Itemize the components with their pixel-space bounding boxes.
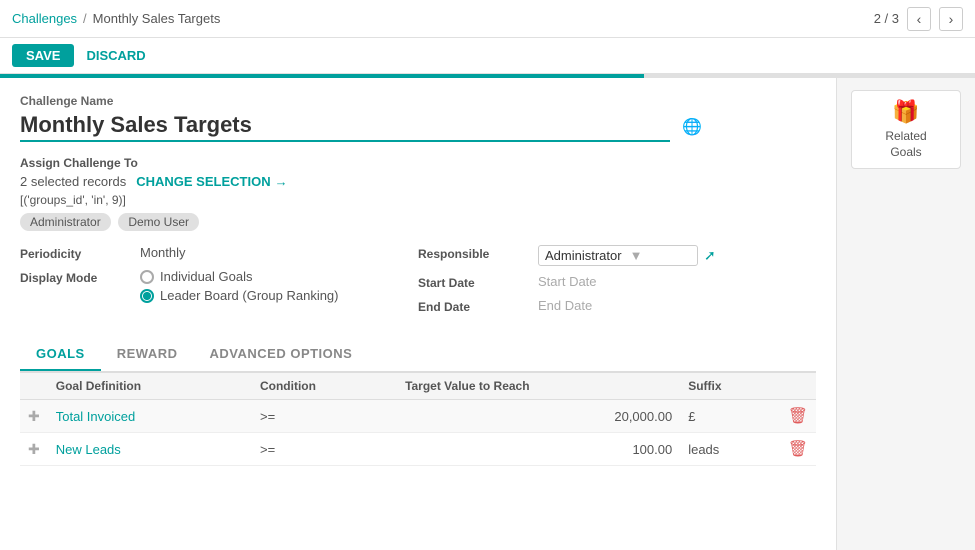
- save-button[interactable]: SAVE: [12, 44, 74, 67]
- tags-row: Administrator Demo User: [20, 213, 816, 231]
- breadcrumb-separator: /: [83, 11, 87, 26]
- challenge-name-input[interactable]: [20, 112, 670, 142]
- start-date-value[interactable]: Start Date: [538, 274, 597, 289]
- goal-def-link-2[interactable]: New Leads: [56, 442, 121, 457]
- top-bar-right: 2 / 3 ‹ ›: [874, 7, 963, 31]
- tag-administrator: Administrator: [20, 213, 111, 231]
- tab-advanced[interactable]: ADVANCED OPTIONS: [194, 338, 369, 371]
- goal-def-cell-2: New Leads: [48, 433, 252, 466]
- globe-icon: 🌐: [682, 117, 702, 137]
- drag-handle-icon-2: ✚: [28, 441, 40, 457]
- drag-handle-2[interactable]: ✚: [20, 433, 48, 466]
- content-area: Challenge Name 🌐 Assign Challenge To 2 s…: [0, 78, 836, 550]
- related-goals-button[interactable]: 🎁 RelatedGoals: [851, 90, 961, 169]
- end-date-row: End Date End Date: [418, 298, 816, 314]
- tabs-bar: GOALS REWARD ADVANCED OPTIONS: [20, 338, 816, 372]
- assign-row: 2 selected records CHANGE SELECTION →: [20, 174, 816, 189]
- delete-cell-1: 🗑: [780, 400, 816, 433]
- tag-demo-user: Demo User: [118, 213, 199, 231]
- th-suffix: Suffix: [680, 373, 779, 400]
- action-bar: SAVE DISCARD: [0, 38, 975, 74]
- drag-handle[interactable]: ✚: [20, 400, 48, 433]
- main-layout: Challenge Name 🌐 Assign Challenge To 2 s…: [0, 78, 975, 550]
- delete-cell-2: 🗑: [780, 433, 816, 466]
- related-goals-label: RelatedGoals: [885, 129, 926, 160]
- responsible-select[interactable]: Administrator ▼: [538, 245, 698, 266]
- external-link-icon[interactable]: ➚: [704, 247, 716, 264]
- th-target-value: Target Value to Reach: [397, 373, 680, 400]
- th-condition: Condition: [252, 373, 397, 400]
- drag-handle-icon: ✚: [28, 408, 40, 424]
- nav-next-button[interactable]: ›: [939, 7, 963, 31]
- periodicity-value: Monthly: [140, 245, 418, 260]
- th-goal-def: Goal Definition: [48, 373, 252, 400]
- radio-leader-board[interactable]: Leader Board (Group Ranking): [140, 288, 339, 303]
- periodicity-label: Periodicity: [20, 245, 140, 261]
- nav-prev-button[interactable]: ‹: [907, 7, 931, 31]
- radio-circle-individual: [140, 270, 154, 284]
- table-row: ✚ Total Invoiced >= 20,000.00 £ 🗑: [20, 400, 816, 433]
- radio-circle-leader: [140, 289, 154, 303]
- progress-bar-wrap: [0, 74, 975, 78]
- start-date-row: Start Date Start Date: [418, 274, 816, 290]
- fields-col-right: Responsible Administrator ▼ ➚ Start Date…: [418, 245, 816, 322]
- condition-cell-2: >=: [252, 433, 397, 466]
- change-selection-button[interactable]: CHANGE SELECTION →: [136, 174, 287, 189]
- target-value-cell-2: 100.00: [397, 433, 680, 466]
- suffix-cell-2: leads: [680, 433, 779, 466]
- radio-label-individual: Individual Goals: [160, 269, 253, 284]
- responsible-label: Responsible: [418, 245, 538, 261]
- selected-records: 2 selected records: [20, 174, 126, 189]
- tab-reward[interactable]: REWARD: [101, 338, 194, 371]
- radio-individual-goals[interactable]: Individual Goals: [140, 269, 339, 284]
- delete-button-2[interactable]: 🗑: [788, 439, 808, 459]
- tab-goals[interactable]: GOALS: [20, 338, 101, 371]
- display-mode-options: Individual Goals Leader Board (Group Ran…: [140, 269, 339, 303]
- assign-label: Assign Challenge To: [20, 156, 816, 170]
- record-nav: 2 / 3: [874, 11, 899, 26]
- display-mode-row: Display Mode Individual Goals Leader Boa…: [20, 269, 418, 303]
- delete-button-1[interactable]: 🗑: [788, 406, 808, 426]
- assign-section: Assign Challenge To 2 selected records C…: [20, 156, 816, 231]
- breadcrumb: Challenges / Monthly Sales Targets: [12, 11, 220, 26]
- goals-table: Goal Definition Condition Target Value t…: [20, 372, 816, 466]
- fields-col-left: Periodicity Monthly Display Mode Individ…: [20, 245, 418, 322]
- related-goals-panel: 🎁 RelatedGoals: [836, 78, 975, 550]
- discard-button[interactable]: DISCARD: [86, 48, 145, 63]
- fields-row: Periodicity Monthly Display Mode Individ…: [20, 245, 816, 322]
- domain-filter: [('groups_id', 'in', 9)]: [20, 193, 816, 207]
- gift-icon: 🎁: [892, 99, 919, 125]
- periodicity-row: Periodicity Monthly: [20, 245, 418, 261]
- end-date-value[interactable]: End Date: [538, 298, 592, 313]
- breadcrumb-current: Monthly Sales Targets: [93, 11, 221, 26]
- goal-def-link-1[interactable]: Total Invoiced: [56, 409, 136, 424]
- th-delete: [780, 373, 816, 400]
- target-value-cell-1: 20,000.00: [397, 400, 680, 433]
- radio-label-leader: Leader Board (Group Ranking): [160, 288, 339, 303]
- table-row: ✚ New Leads >= 100.00 leads 🗑: [20, 433, 816, 466]
- condition-cell-1: >=: [252, 400, 397, 433]
- challenge-name-label: Challenge Name: [20, 94, 816, 108]
- responsible-value: Administrator: [545, 248, 622, 263]
- table-header-row: Goal Definition Condition Target Value t…: [20, 373, 816, 400]
- th-drag: [20, 373, 48, 400]
- progress-bar-fill: [0, 74, 644, 78]
- goal-def-cell: Total Invoiced: [48, 400, 252, 433]
- suffix-cell-1: £: [680, 400, 779, 433]
- end-date-label: End Date: [418, 298, 538, 314]
- start-date-label: Start Date: [418, 274, 538, 290]
- record-nav-label: 2 / 3: [874, 11, 899, 26]
- breadcrumb-parent[interactable]: Challenges: [12, 11, 77, 26]
- top-bar: Challenges / Monthly Sales Targets 2 / 3…: [0, 0, 975, 38]
- responsible-value-wrap: Administrator ▼ ➚: [538, 245, 716, 266]
- dropdown-arrow-icon: ▼: [630, 248, 643, 263]
- display-mode-label: Display Mode: [20, 269, 140, 285]
- responsible-row: Responsible Administrator ▼ ➚: [418, 245, 816, 266]
